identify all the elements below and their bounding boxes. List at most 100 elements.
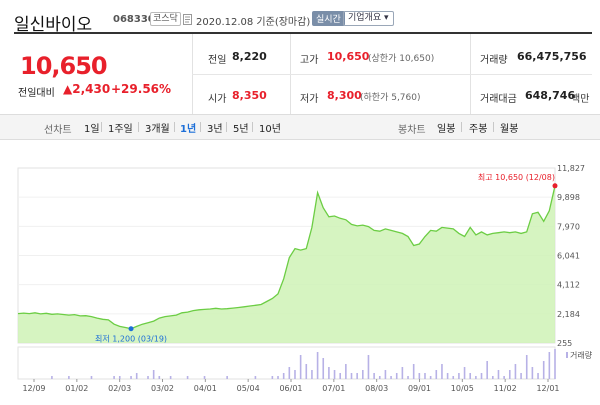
volume-bar <box>51 376 53 379</box>
x-tick-label: 08/03 <box>365 384 388 393</box>
volume-bar <box>316 352 319 379</box>
lower-limit-note: (하한가 5,760) <box>360 93 421 103</box>
volume-bar <box>305 364 308 379</box>
volume-bar <box>226 376 228 379</box>
volume-bar <box>384 370 387 379</box>
document-icon <box>183 14 192 25</box>
volume-bar <box>520 373 522 379</box>
volume-bar <box>288 367 291 379</box>
period-tab-1d[interactable]: 1일 <box>84 120 100 135</box>
x-tick-label: 06/01 <box>279 384 302 393</box>
volume-bar <box>362 370 364 379</box>
separator <box>252 122 253 132</box>
x-tick-label: 07/01 <box>322 384 345 393</box>
candle-tab-monthly[interactable]: 월봉 <box>500 120 518 135</box>
period-tab-5y[interactable]: 5년 <box>233 120 249 135</box>
low-point <box>128 326 134 332</box>
y-tick-label: 7,970 <box>557 222 580 231</box>
x-tick-label: 10/05 <box>451 384 474 393</box>
volume-bar <box>186 376 189 379</box>
change-label: 전일대비 <box>18 88 55 99</box>
volume-bar <box>531 367 534 379</box>
high-point <box>552 183 558 189</box>
volume-bar <box>508 370 511 379</box>
volume-bar <box>446 373 449 379</box>
separator <box>461 122 462 132</box>
volume-bar <box>203 376 206 379</box>
volume-bar <box>412 364 415 379</box>
x-tick-label: 03/02 <box>151 384 174 393</box>
volume-bar <box>68 376 70 379</box>
volume-bar <box>537 373 539 379</box>
amount-value: 648,746 <box>525 89 576 102</box>
volume-bar <box>339 373 341 379</box>
change-percent: +29.56% <box>111 82 172 96</box>
volume-bar <box>113 376 115 379</box>
high-annotation: 최고 10,650 (12/08) <box>478 172 555 182</box>
volume-legend: 거래량 <box>570 350 593 360</box>
volume-bar <box>152 370 155 379</box>
candle-chart-label: 봉차트 <box>398 125 426 136</box>
realtime-button[interactable]: 실시간 <box>312 11 345 26</box>
volume-bar <box>463 367 466 379</box>
volume-bar <box>390 376 392 379</box>
volume-bar <box>492 376 494 379</box>
volume-value: 66,475,756 <box>517 50 587 63</box>
line-chart-label: 선차트 <box>44 125 72 136</box>
volume-bar <box>282 373 285 379</box>
volume-bar <box>429 376 432 379</box>
amount-label: 거래대금 <box>480 94 517 105</box>
volume-bar <box>458 373 460 379</box>
change-value: ▲2,430 <box>63 82 111 96</box>
separator <box>493 122 494 132</box>
volume-bar <box>486 361 488 379</box>
volume-bar <box>542 361 545 379</box>
volume-bar <box>469 373 472 379</box>
y-tick-label: 9,898 <box>557 193 580 202</box>
volume-bar <box>130 376 132 379</box>
x-tick-label: 05/04 <box>237 384 260 393</box>
company-overview-dropdown[interactable]: 기업개요 ▾ <box>343 11 394 26</box>
low-value: 8,300 <box>327 89 362 102</box>
open-label: 시가 <box>208 94 227 105</box>
y-tick-label: 255 <box>557 339 572 348</box>
separator <box>226 122 227 132</box>
period-tab-3m[interactable]: 3개월 <box>145 120 170 135</box>
prev-close-label: 전일 <box>208 55 227 66</box>
volume-bar <box>497 370 500 379</box>
current-price: 10,650 <box>20 52 108 80</box>
summary-row-divider <box>192 74 592 75</box>
volume-bar <box>356 373 358 379</box>
volume-bar <box>395 373 398 379</box>
volume-bar <box>373 373 375 379</box>
volume-bar <box>435 370 438 379</box>
amount-unit: 백만 <box>571 94 590 105</box>
separator <box>174 122 175 132</box>
volume-bar <box>424 373 426 379</box>
separator <box>200 122 201 132</box>
period-tab-1w[interactable]: 1주일 <box>108 120 133 135</box>
volume-bar <box>328 367 330 379</box>
y-tick-label: 11,827 <box>557 164 585 173</box>
volume-bar <box>378 376 381 379</box>
volume-bar <box>367 355 370 379</box>
volume-bar <box>407 376 409 379</box>
volume-legend-swatch <box>566 352 568 358</box>
volume-bar <box>90 376 93 379</box>
low-label: 저가 <box>300 94 319 105</box>
volume-bar <box>350 373 353 379</box>
period-tab-1y[interactable]: 1년 <box>180 120 196 135</box>
candle-tab-weekly[interactable]: 주봉 <box>469 120 487 135</box>
volume-bar <box>169 376 172 379</box>
high-label: 고가 <box>300 55 319 66</box>
period-tab-10y[interactable]: 10년 <box>259 120 281 135</box>
candle-tab-daily[interactable]: 일봉 <box>437 120 455 135</box>
volume-bar <box>441 364 443 379</box>
volume-bar <box>271 376 274 379</box>
volume-bar <box>299 355 302 379</box>
period-tab-3y[interactable]: 3년 <box>207 120 223 135</box>
x-tick-label: 04/01 <box>194 384 217 393</box>
volume-bar <box>118 376 121 379</box>
x-tick-label: 09/01 <box>408 384 431 393</box>
separator <box>101 122 102 132</box>
